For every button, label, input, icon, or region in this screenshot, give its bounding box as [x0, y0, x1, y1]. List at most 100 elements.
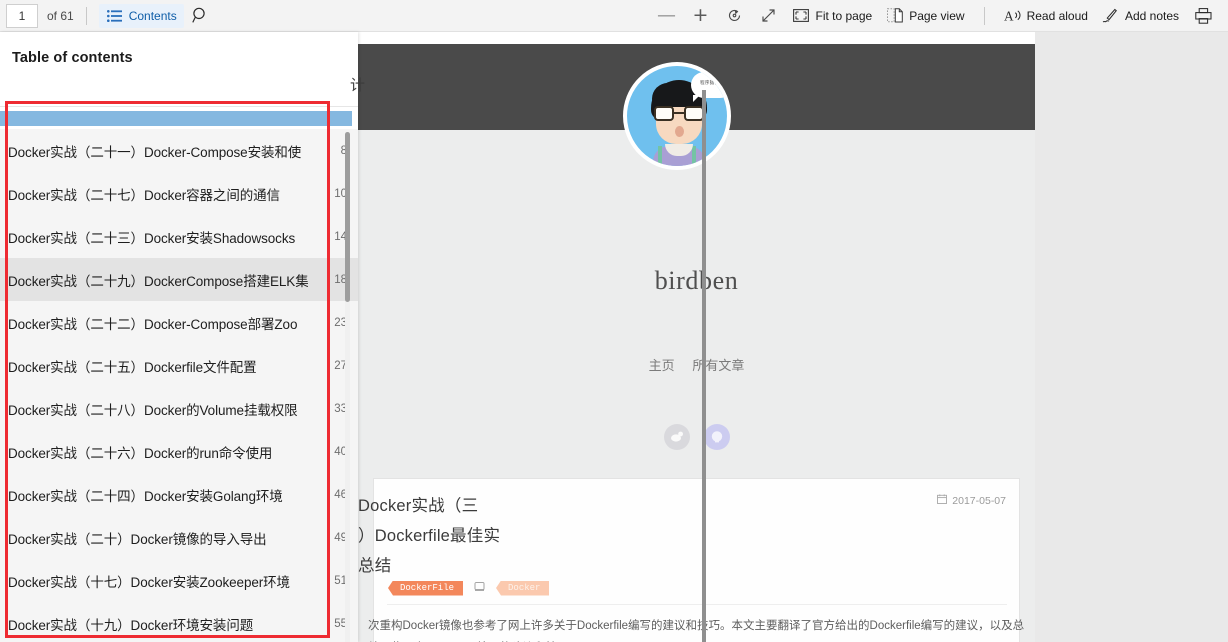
read-aloud-label: Read aloud — [1026, 8, 1088, 23]
toc-row[interactable]: Docker实战（二十四）Docker安装Golang环境 46 — [0, 473, 358, 516]
fit-to-page-label: Fit to page — [815, 8, 873, 23]
toc-row[interactable]: Docker实战（二十三）Docker安装Shadowsocks 14 — [0, 215, 358, 258]
page-number-input[interactable]: 1 — [6, 3, 38, 28]
github-icon[interactable] — [703, 424, 730, 450]
page-total-label: of 61 — [47, 8, 74, 23]
contents-button[interactable]: Contents — [98, 3, 184, 28]
minus-icon: — — [656, 4, 676, 26]
avatar-lens-left — [654, 106, 674, 121]
add-notes-label: Add notes — [1124, 8, 1179, 23]
toc-row[interactable]: Docker实战（二十八）Docker的Volume挂载权限 33 — [0, 387, 358, 430]
article-card: 2017-05-07 Docker实战（三 ）Dockerfile最佳实 总结 … — [358, 478, 1024, 642]
pen-icon — [1102, 7, 1119, 24]
page-view-icon — [886, 7, 903, 24]
avatar-glasses — [653, 106, 705, 121]
toc-row[interactable]: Docker实战（二十六）Docker的run命令使用 40 — [0, 430, 358, 473]
blog-author-name: birdben — [654, 266, 739, 295]
toolbar: 1 of 61 Contents — + Fit to page Page vi… — [0, 0, 1228, 32]
toc-selection-band — [0, 111, 352, 126]
tag-docker[interactable]: Docker — [496, 580, 550, 596]
document-viewport[interactable]: 程序猿世界 birdben 主页 所有文章 2017-05-07 Docker实… — [358, 32, 1228, 642]
article-divider — [387, 604, 1007, 605]
print-icon — [1194, 7, 1212, 24]
toc-item-label: Docker实战（十九）Docker环境安装问题 — [8, 617, 254, 633]
fit-to-page-button[interactable]: Fit to page — [785, 4, 879, 28]
article-title-line-3: 总结 — [358, 557, 392, 575]
toolbar-right-group: — + Fit to page Page view A Read aloud A… — [218, 3, 1228, 29]
plus-icon: + — [692, 4, 709, 26]
toc-panel-title: Table of contents — [12, 50, 133, 66]
page-view-button[interactable]: Page view — [879, 4, 971, 28]
avatar-bridge — [674, 112, 684, 114]
article-date: 2017-05-07 — [937, 494, 1006, 507]
toc-row[interactable]: Docker实战（十九）Docker环境安装问题 55 — [0, 602, 358, 642]
article-title-line-2: ）Dockerfile最佳实 — [358, 527, 501, 545]
search-button[interactable] — [184, 3, 218, 29]
toc-header-divider — [0, 106, 358, 107]
article-date-text: 2017-05-07 — [952, 494, 1006, 507]
toc-row[interactable]: Docker实战（二十）Docker镜像的导入导出 49 — [0, 516, 358, 559]
toc-item-label: Docker实战（二十）Docker镜像的导入导出 — [8, 531, 267, 547]
toc-row[interactable]: Docker实战（二十五）Dockerfile文件配置 27 — [0, 344, 358, 387]
page-bleed-text: 计 — [350, 77, 366, 94]
toc-row[interactable]: Docker实战（二十九）DockerCompose搭建ELK集 18 — [0, 258, 358, 301]
avatar: 程序猿世界 — [623, 62, 731, 170]
edge-pdf-reader: 1 of 61 Contents — + Fit to page Page vi… — [0, 0, 1228, 642]
read-aloud-icon: A — [1004, 7, 1021, 24]
pdf-page: 程序猿世界 birdben 主页 所有文章 2017-05-07 Docker实… — [358, 32, 1035, 642]
zoom-in-button[interactable]: + — [683, 3, 717, 29]
toc-item-label: Docker实战（二十七）Docker容器之间的通信 — [8, 187, 280, 203]
toc-row[interactable]: Docker实战（二十一）Docker-Compose安装和使 8 — [0, 129, 358, 172]
toc-row[interactable]: Docker实战（二十二）Docker-Compose部署Zoo 23 — [0, 301, 358, 344]
list-icon — [106, 7, 123, 24]
toc-row[interactable]: Docker实战（二十七）Docker容器之间的通信 10 — [0, 172, 358, 215]
article-title[interactable]: Docker实战（三 ）Dockerfile最佳实 总结 — [358, 491, 918, 581]
book-icon — [474, 579, 485, 597]
svg-text:A: A — [1004, 9, 1014, 23]
table-of-contents-panel: Table of contents Docker实战（二十一）Docker-Co… — [0, 32, 358, 642]
read-aloud-button[interactable]: A Read aloud — [997, 4, 1095, 28]
toc-item-label: Docker实战（二十九）DockerCompose搭建ELK集 — [8, 273, 308, 289]
document-scrollbar[interactable] — [702, 90, 706, 642]
toc-list[interactable]: Docker实战（二十一）Docker-Compose安装和使 8 Docker实战… — [0, 129, 358, 642]
weibo-icon[interactable] — [663, 424, 690, 450]
blog-nav-all-posts[interactable]: 所有文章 — [692, 358, 744, 373]
toc-item-label: Docker实战（二十一）Docker-Compose安装和使 — [8, 144, 302, 160]
expand-button[interactable] — [751, 3, 785, 29]
search-icon — [192, 7, 209, 24]
toc-item-label: Docker实战（二十四）Docker安装Golang环境 — [8, 488, 283, 504]
toolbar-divider-1 — [85, 6, 87, 25]
print-button[interactable] — [1186, 3, 1220, 29]
toolbar-left-group: 1 of 61 Contents — [0, 0, 218, 32]
fit-to-page-icon — [792, 7, 809, 24]
tag-dockerfile[interactable]: DockerFile — [388, 580, 464, 596]
avatar-strap-right — [692, 146, 696, 166]
avatar-strap-left — [658, 146, 662, 166]
toc-row[interactable]: Docker实战（十七）Docker安装Zookeeper环境 51 — [0, 559, 358, 602]
blog-social-links — [358, 424, 1035, 450]
expand-icon — [760, 7, 777, 24]
toolbar-divider-2 — [983, 6, 985, 25]
avatar-mouth — [675, 126, 684, 137]
zoom-out-button[interactable]: — — [649, 3, 683, 29]
toc-item-label: Docker实战（二十八）Docker的Volume挂载权限 — [8, 402, 298, 418]
blog-nav: 主页 所有文章 — [358, 355, 1035, 374]
rotate-button[interactable] — [717, 3, 751, 29]
calendar-icon — [937, 494, 948, 507]
contents-button-label: Contents — [128, 8, 177, 23]
avatar-speech-bubble: 程序猿世界 — [691, 72, 727, 98]
avatar-bubble-text: 程序猿世界 — [700, 80, 724, 85]
blog-screenshot: 程序猿世界 birdben 主页 所有文章 2017-05-07 Docker实… — [358, 44, 1035, 642]
toc-scrollbar-thumb[interactable] — [345, 132, 350, 302]
article-tags: DockerFile Docker — [388, 579, 550, 597]
article-title-line-1: Docker实战（三 — [358, 497, 479, 515]
rotate-icon — [726, 7, 743, 24]
blog-nav-home[interactable]: 主页 — [649, 358, 675, 373]
toc-item-label: Docker实战（二十五）Dockerfile文件配置 — [8, 359, 257, 375]
article-body-text: 次重构Docker镜像也参考了网上许多关于Dockerfile编写的建议和技巧。… — [368, 620, 1025, 632]
add-notes-button[interactable]: Add notes — [1095, 4, 1186, 28]
toc-item-label: Docker实战（二十二）Docker-Compose部署Zoo — [8, 316, 298, 332]
toc-item-label: Docker实战（十七）Docker安装Zookeeper环境 — [8, 574, 290, 590]
page-view-label: Page view — [909, 8, 965, 23]
toc-item-label: Docker实战（二十三）Docker安装Shadowsocks — [8, 230, 296, 246]
